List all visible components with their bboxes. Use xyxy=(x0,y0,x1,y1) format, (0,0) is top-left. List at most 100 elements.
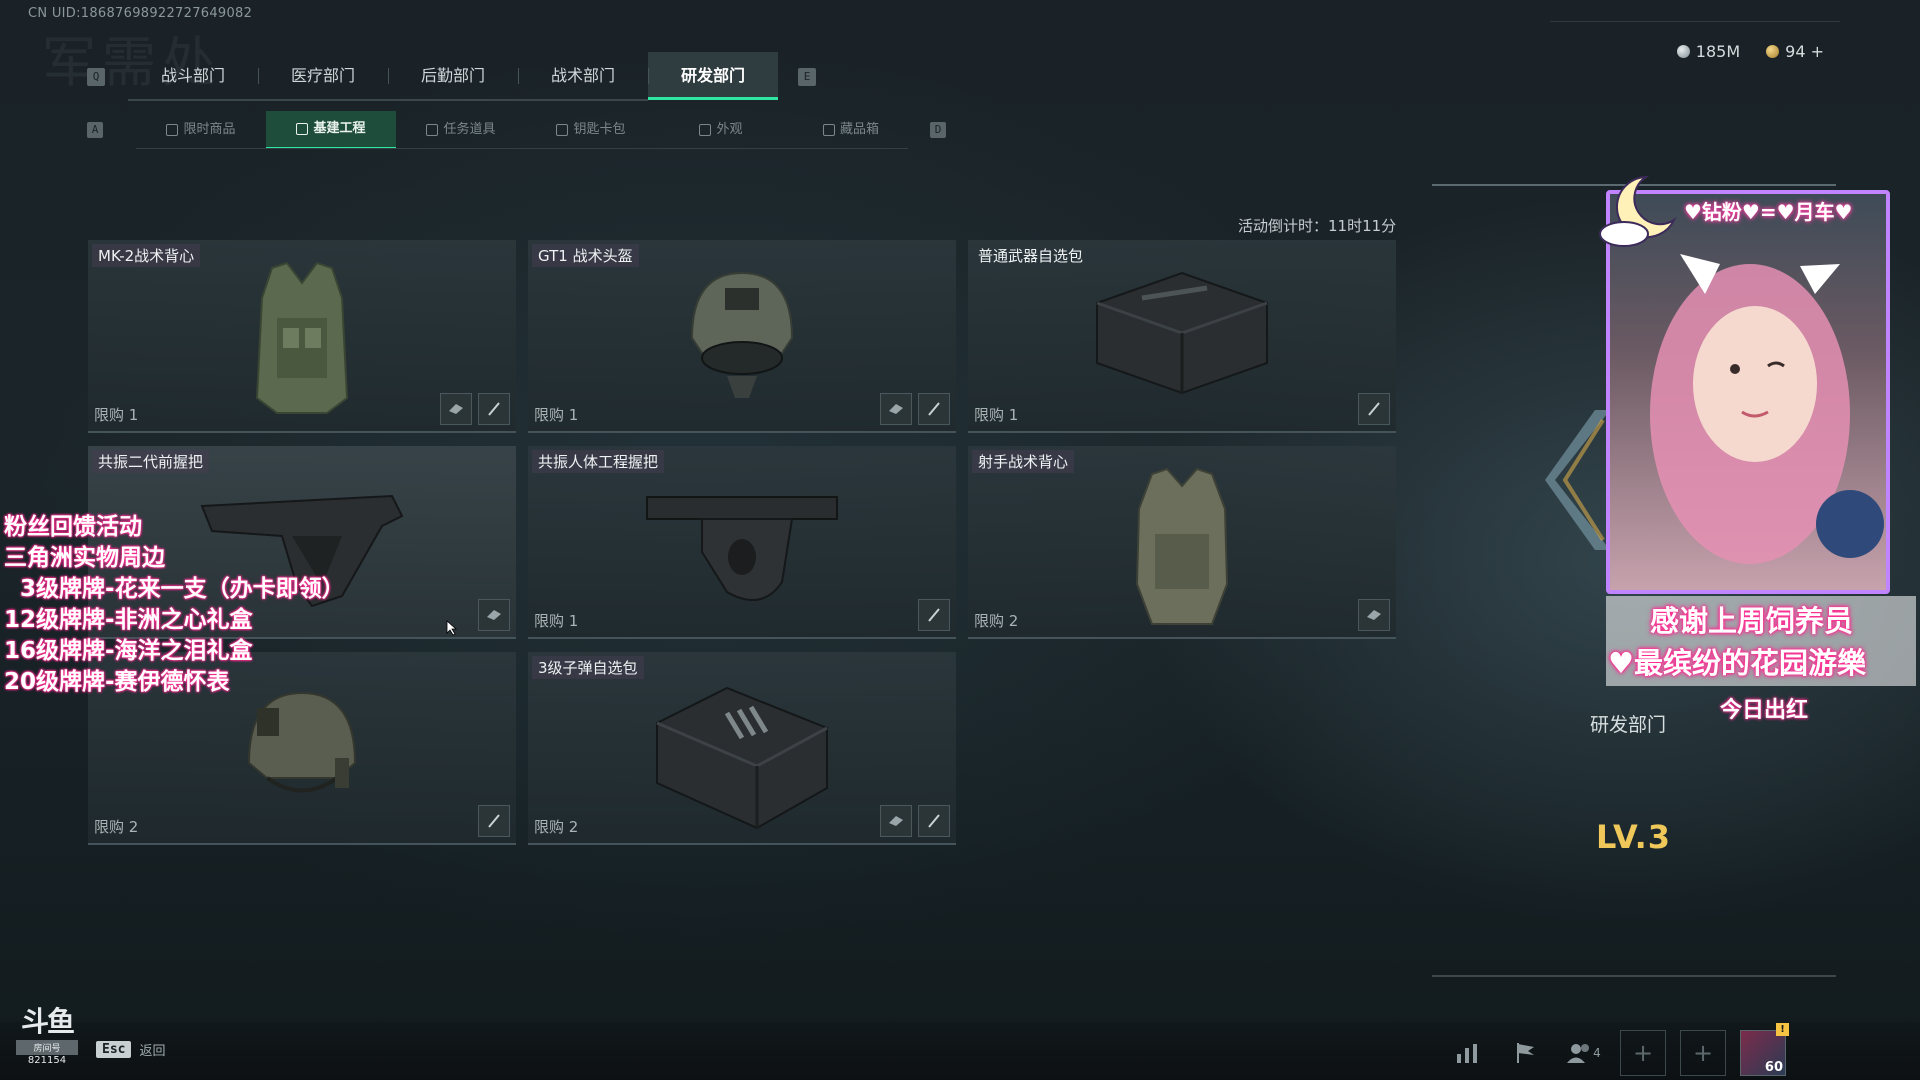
item-limit: 限购 1 xyxy=(974,406,1019,424)
fan-banner: ♥钻粉♥=♥月车♥ xyxy=(1684,200,1853,224)
item-limit: 限购 2 xyxy=(94,818,139,836)
stats-icon[interactable] xyxy=(1446,1031,1490,1075)
event-countdown: 活动倒计时：11时11分 xyxy=(1238,217,1397,235)
tab-combat[interactable]: 战斗部门 xyxy=(128,52,258,100)
blueprint-icon[interactable] xyxy=(1358,393,1390,425)
tabs-divider xyxy=(128,99,648,101)
exchange-icon[interactable] xyxy=(478,599,510,631)
back-label: 返回 xyxy=(139,1044,166,1059)
chevron-left-icon xyxy=(1545,410,1610,550)
department-label: 研发部门 xyxy=(1590,714,1667,736)
item-name: GT1 战术头盔 xyxy=(532,244,639,267)
item-limit: 限购 2 xyxy=(534,818,579,836)
currency-gold[interactable]: 94 + xyxy=(1766,42,1824,61)
promo-line: 3级牌牌-花来一支（办卡即领） xyxy=(4,576,345,602)
blueprint-icon[interactable] xyxy=(918,393,950,425)
item-card[interactable]: 3级子弹自选包 限购 2 xyxy=(528,652,956,845)
back-button[interactable]: Esc 返回 xyxy=(96,1040,166,1059)
keycard-icon xyxy=(556,124,569,136)
box-icon xyxy=(822,124,835,136)
decor-line xyxy=(1550,14,1840,22)
mouse-cursor-icon xyxy=(446,620,458,636)
promo-line: 16级牌牌-海洋之泪礼盒 xyxy=(4,638,253,664)
blueprint-icon[interactable] xyxy=(918,599,950,631)
item-card[interactable]: 普通武器自选包 限购 1 xyxy=(968,240,1396,433)
bottom-toolbar: 4 + + ! 60 xyxy=(1446,1023,1789,1076)
silver-amount: 185M xyxy=(1695,42,1741,61)
subtab-limited[interactable]: 限时商品 xyxy=(136,111,266,149)
item-card[interactable]: 共振人体工程握把 限购 1 xyxy=(528,446,956,639)
tab-medical[interactable]: 医疗部门 xyxy=(258,52,388,100)
item-name: 共振二代前握把 xyxy=(92,450,210,473)
prev-dept-key[interactable]: Q xyxy=(87,68,105,86)
item-limit: 限购 1 xyxy=(534,612,579,630)
subtab-appearance[interactable]: 外观 xyxy=(656,111,786,149)
item-name: 普通武器自选包 xyxy=(978,247,1084,265)
exchange-icon[interactable] xyxy=(1358,599,1390,631)
room-label: 房间号 xyxy=(16,1040,78,1055)
build-icon xyxy=(296,123,309,135)
helmet-image xyxy=(690,271,794,398)
add-slot-button[interactable]: + xyxy=(1620,1030,1666,1076)
exchange-icon[interactable] xyxy=(440,393,472,425)
vest-image xyxy=(255,261,349,414)
player-level: 60 xyxy=(1764,1060,1783,1075)
item-name: 射手战术背心 xyxy=(972,450,1075,473)
today-red-label: 今日出红 xyxy=(1720,698,1809,723)
blueprint-icon[interactable] xyxy=(918,805,950,837)
subtab-label: 钥匙卡包 xyxy=(573,122,626,137)
subtab-keycards[interactable]: 钥匙卡包 xyxy=(526,111,656,149)
room-number: 821154 xyxy=(27,1055,67,1066)
promo-line: 20级牌牌-赛伊德怀表 xyxy=(4,669,230,695)
next-subtab-key[interactable]: D xyxy=(930,122,946,138)
tab-research[interactable]: 研发部门 xyxy=(648,52,778,100)
item-card[interactable]: GT1 战术头盔 限购 1 xyxy=(528,240,956,433)
subtab-label: 外观 xyxy=(716,122,743,137)
douyu-watermark: 斗鱼 房间号 821154 xyxy=(16,1000,78,1066)
item-name: MK-2战术背心 xyxy=(92,244,201,267)
esc-key: Esc xyxy=(96,1041,132,1058)
alert-badge: ! xyxy=(1776,1023,1789,1036)
flag-icon[interactable] xyxy=(1504,1031,1548,1075)
tab-tactical[interactable]: 战术部门 xyxy=(518,52,648,100)
marksman-vest-image xyxy=(1135,467,1229,625)
thanks-line: 感谢上周饲养员 xyxy=(1650,604,1854,638)
item-card[interactable]: MK-2战术背心 限购 1 xyxy=(88,240,516,433)
promo-line: 粉丝回馈活动 xyxy=(4,514,142,540)
streamer-video xyxy=(1650,254,1884,564)
department-tabs: 战斗部门 医疗部门 后勤部门 战术部门 研发部门 xyxy=(128,52,778,100)
blueprint-icon[interactable] xyxy=(478,393,510,425)
moon-cloud-icon xyxy=(1599,175,1677,247)
ammo-case-image xyxy=(656,686,828,830)
subtab-infrastructure[interactable]: 基建工程 xyxy=(266,111,396,149)
thanks-panel: 感谢上周饲养员 ♥最缤纷的花园游樂 xyxy=(1606,596,1916,686)
blueprint-icon[interactable] xyxy=(478,805,510,837)
exchange-icon[interactable] xyxy=(880,393,912,425)
subtab-label: 藏品箱 xyxy=(839,122,879,137)
item-limit: 限购 1 xyxy=(94,406,139,424)
limited-icon xyxy=(166,124,179,136)
item-card[interactable]: 射手战术背心 限购 2 xyxy=(968,446,1396,639)
item-limit: 限购 1 xyxy=(534,406,579,424)
promo-line: 三角洲实物周边 xyxy=(4,545,165,571)
player-avatar[interactable]: ! 60 xyxy=(1740,1023,1789,1076)
next-dept-key[interactable]: E xyxy=(798,68,816,86)
squad-count: 4 xyxy=(1593,1046,1601,1060)
item-name: 3级子弹自选包 xyxy=(532,656,644,679)
subtab-label: 任务道具 xyxy=(443,122,496,137)
prev-subtab-key[interactable]: A xyxy=(87,122,103,138)
squad-button[interactable]: 4 xyxy=(1562,1031,1606,1075)
promo-overlay: 粉丝回馈活动 三角洲实物周边 3级牌牌-花来一支（办卡即领） 12级牌牌-非洲之… xyxy=(4,512,345,698)
ergonomic-grip-image xyxy=(646,496,838,601)
add-slot-button[interactable]: + xyxy=(1680,1030,1726,1076)
subtab-quest-items[interactable]: 任务道具 xyxy=(396,111,526,149)
sub-tabs: 限时商品 基建工程 任务道具 钥匙卡包 外观 藏品箱 xyxy=(136,111,916,149)
item-name: 共振人体工程握把 xyxy=(532,450,665,473)
thanks-line: ♥最缤纷的花园游樂 xyxy=(1608,646,1866,680)
gold-coin-icon xyxy=(1766,45,1780,58)
tab-logistics[interactable]: 后勤部门 xyxy=(388,52,518,100)
panel-frame-bottom xyxy=(1432,975,1836,977)
subtab-collection-box[interactable]: 藏品箱 xyxy=(786,111,916,149)
exchange-icon[interactable] xyxy=(880,805,912,837)
squad-icon xyxy=(1567,1044,1590,1063)
